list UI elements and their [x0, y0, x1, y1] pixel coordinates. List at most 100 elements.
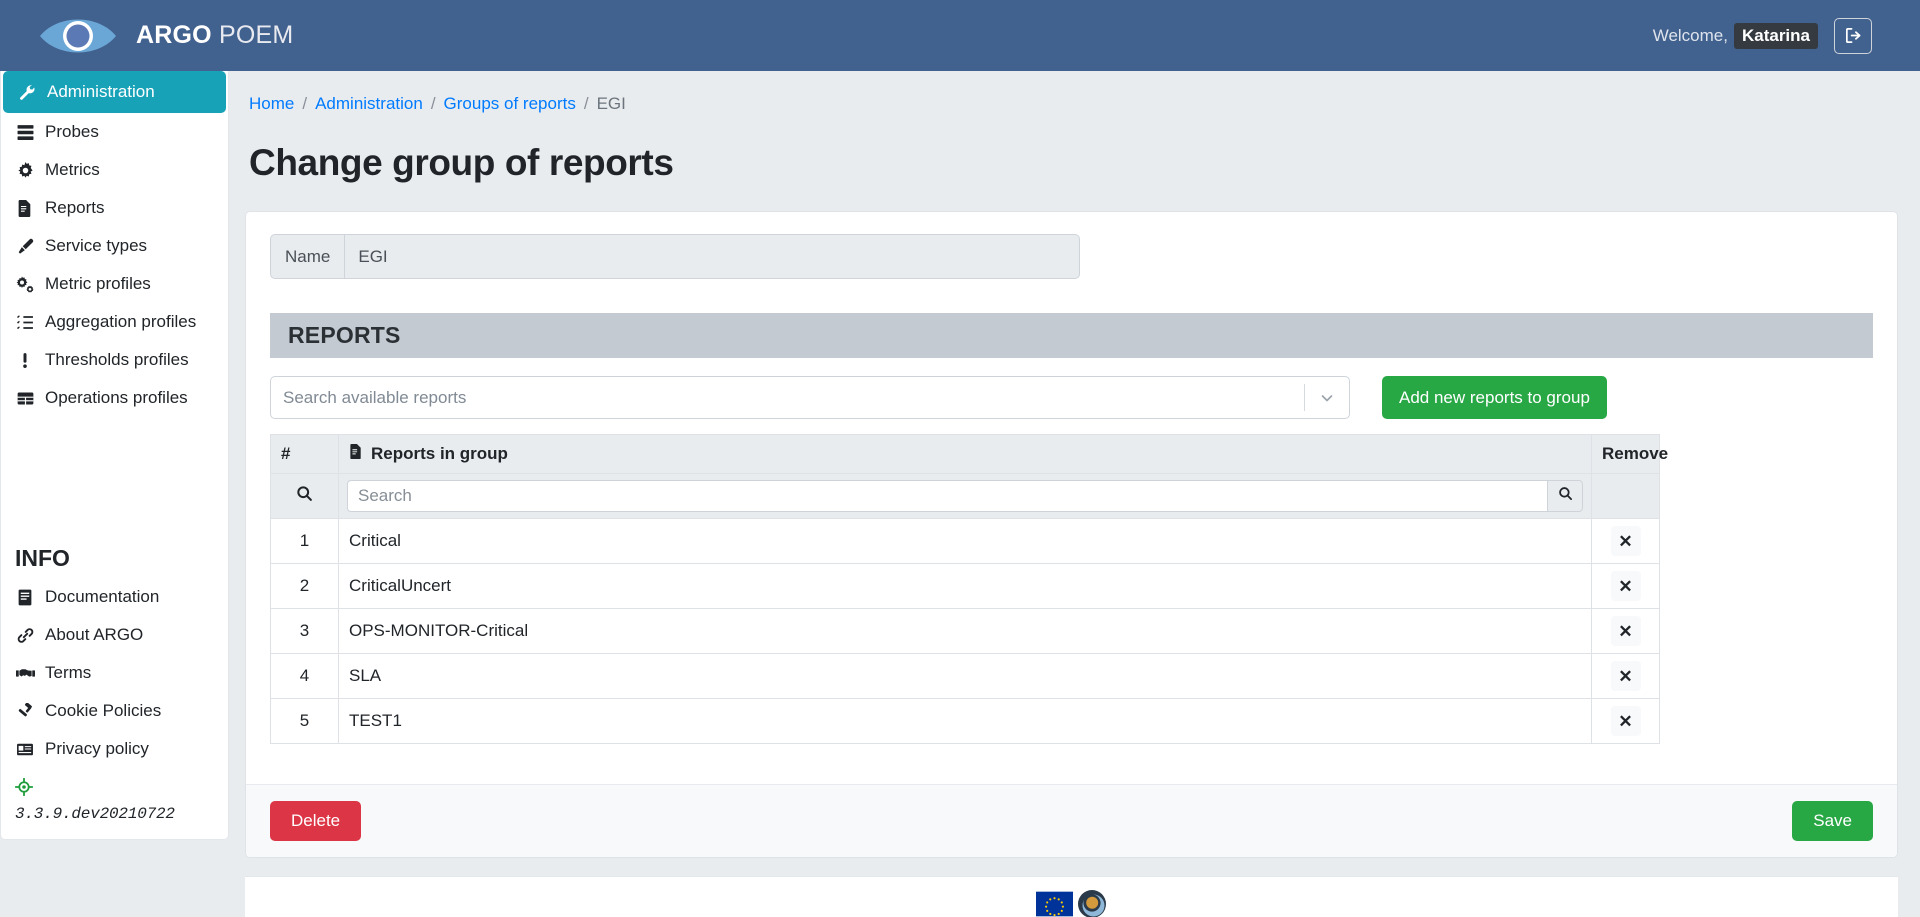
breadcrumb-item-home[interactable]: Home	[249, 94, 294, 114]
highlighter-icon	[15, 238, 35, 255]
sidebar-item-thresholds-profiles[interactable]: Thresholds profiles	[1, 341, 228, 379]
row-report-name: TEST1	[338, 698, 1592, 744]
sidebar-column: Administration Probes Metrics Reports Se…	[0, 71, 229, 840]
name-field-group: Name EGI	[270, 234, 1080, 279]
row-report-name: OPS-MONITOR-Critical	[338, 608, 1592, 654]
row-report-name: CriticalUncert	[338, 563, 1592, 609]
name-label: Name	[270, 234, 345, 279]
remove-button[interactable]: ✕	[1610, 616, 1641, 646]
reports-table-head: # Reports in group Remove	[270, 434, 1668, 519]
wrench-icon	[17, 84, 37, 101]
table-row: 1 Critical ✕	[270, 518, 1660, 564]
chevron-down-icon[interactable]	[1305, 390, 1349, 406]
times-icon: ✕	[1618, 576, 1633, 596]
name-value[interactable]: EGI	[344, 234, 1080, 279]
search-input[interactable]	[347, 480, 1547, 512]
brand-title-bold: ARGO	[136, 21, 212, 49]
save-button[interactable]: Save	[1792, 801, 1873, 841]
main-column: Home / Administration / Groups of report…	[229, 71, 1920, 917]
table-row: 5 TEST1 ✕	[270, 698, 1660, 744]
username-badge: Katarina	[1733, 22, 1818, 49]
server-icon	[15, 124, 35, 141]
eu-flag-icon	[1036, 891, 1073, 917]
handshake-icon	[15, 665, 35, 682]
sidebar-item-label: About ARGO	[45, 625, 144, 644]
table-row: 2 CriticalUncert ✕	[270, 563, 1660, 609]
file-text-icon	[349, 444, 363, 464]
sidebar-item-label: Documentation	[45, 587, 160, 606]
sidebar-item-metrics[interactable]: Metrics	[1, 151, 228, 189]
search-icon	[1558, 486, 1573, 506]
row-report-name: SLA	[338, 653, 1592, 699]
sidebar-item-cookie-policies[interactable]: Cookie Policies	[1, 692, 228, 730]
sidebar-item-operations-profiles[interactable]: Operations profiles	[1, 379, 228, 417]
sign-out-icon	[1844, 26, 1863, 45]
version-text: 3.3.9.dev20210722	[15, 805, 175, 823]
remove-button[interactable]: ✕	[1610, 661, 1641, 691]
sidebar-item-label: Cookie Policies	[45, 701, 162, 720]
page-title: Change group of reports	[249, 142, 674, 183]
remove-button[interactable]: ✕	[1610, 706, 1641, 736]
sidebar-item-label: Aggregation profiles	[45, 312, 197, 331]
breadcrumb-separator: /	[583, 94, 589, 113]
times-icon: ✕	[1618, 621, 1633, 641]
breadcrumb-item-groups-of-reports[interactable]: Groups of reports	[444, 94, 576, 114]
cog-icon	[15, 161, 35, 179]
remove-button[interactable]: ✕	[1610, 571, 1641, 601]
sidebar-item-metric-profiles[interactable]: Metric profiles	[1, 265, 228, 303]
sidebar-item-label: Reports	[45, 198, 105, 217]
form-actions: Delete Save	[246, 784, 1897, 857]
sidebar-item-reports[interactable]: Reports	[1, 189, 228, 227]
sidebar-item-documentation[interactable]: Documentation	[1, 578, 228, 616]
row-number: 5	[270, 698, 339, 744]
header-name: Reports in group	[338, 434, 1592, 474]
welcome-label: Welcome,	[1652, 25, 1728, 45]
sidebar-item-aggregation-profiles[interactable]: Aggregation profiles	[1, 303, 228, 341]
filter-empty-cell	[1591, 473, 1660, 519]
sidebar-item-label: Probes	[45, 122, 99, 141]
logout-button[interactable]	[1834, 17, 1872, 54]
sidebar-item-probes[interactable]: Probes	[1, 113, 228, 151]
breadcrumb-item-administration[interactable]: Administration	[315, 94, 423, 114]
breadcrumb-separator: /	[302, 94, 308, 113]
reports-table: # Reports in group Remove Search 1 Criti…	[270, 434, 1668, 744]
table-filter-row	[270, 473, 1660, 519]
add-new-reports-button[interactable]: Add new reports to group	[1382, 376, 1607, 419]
top-navbar: ARGO POEM Welcome, Katarina	[0, 0, 1920, 71]
header-name-label: Reports in group	[371, 444, 508, 463]
header-remove: Remove	[1591, 434, 1668, 474]
row-remove-cell: ✕	[1591, 608, 1660, 654]
sidebar-item-label: Thresholds profiles	[45, 350, 189, 369]
sidebar-item-terms[interactable]: Terms	[1, 654, 228, 692]
remove-button[interactable]: ✕	[1610, 526, 1641, 556]
reports-table-body: 1 Critical ✕ 2 CriticalUncert ✕ 3 OPS-MO…	[270, 518, 1660, 744]
link-icon	[15, 627, 35, 644]
sidebar-item-service-types[interactable]: Service types	[1, 227, 228, 265]
table-icon	[15, 390, 35, 407]
delete-button[interactable]: Delete	[270, 801, 362, 841]
row-number: 3	[270, 608, 339, 654]
sidebar-item-label: Administration	[47, 82, 155, 101]
cogs-icon	[15, 276, 35, 293]
row-remove-cell: ✕	[1591, 518, 1660, 564]
breadcrumb: Home / Administration / Groups of report…	[245, 71, 1898, 114]
sidebar-item-administration[interactable]: Administration	[3, 71, 226, 113]
eye-logo-icon	[36, 10, 120, 62]
sidebar-info-heading: INFO	[15, 545, 70, 571]
argo-circle-icon	[1077, 889, 1107, 917]
row-remove-cell: ✕	[1591, 653, 1660, 699]
sidebar-item-privacy-policy[interactable]: Privacy policy	[1, 730, 228, 768]
search-button[interactable]	[1547, 480, 1583, 512]
footer-logos	[245, 889, 1898, 917]
times-icon: ✕	[1618, 666, 1633, 686]
filter-input-cell	[338, 473, 1592, 519]
row-remove-cell: ✕	[1591, 698, 1660, 744]
available-reports-placeholder: Search available reports	[283, 387, 467, 407]
sidebar-item-label: Terms	[45, 663, 92, 682]
brand[interactable]: ARGO POEM	[36, 10, 293, 62]
sidebar-item-about-argo[interactable]: About ARGO	[1, 616, 228, 654]
exclamation-icon	[15, 352, 35, 369]
available-reports-select[interactable]: Search available reports	[270, 376, 1350, 419]
header-number: #	[270, 434, 339, 474]
page-footer: ARGO POEM is a service jointly developed…	[245, 876, 1898, 917]
